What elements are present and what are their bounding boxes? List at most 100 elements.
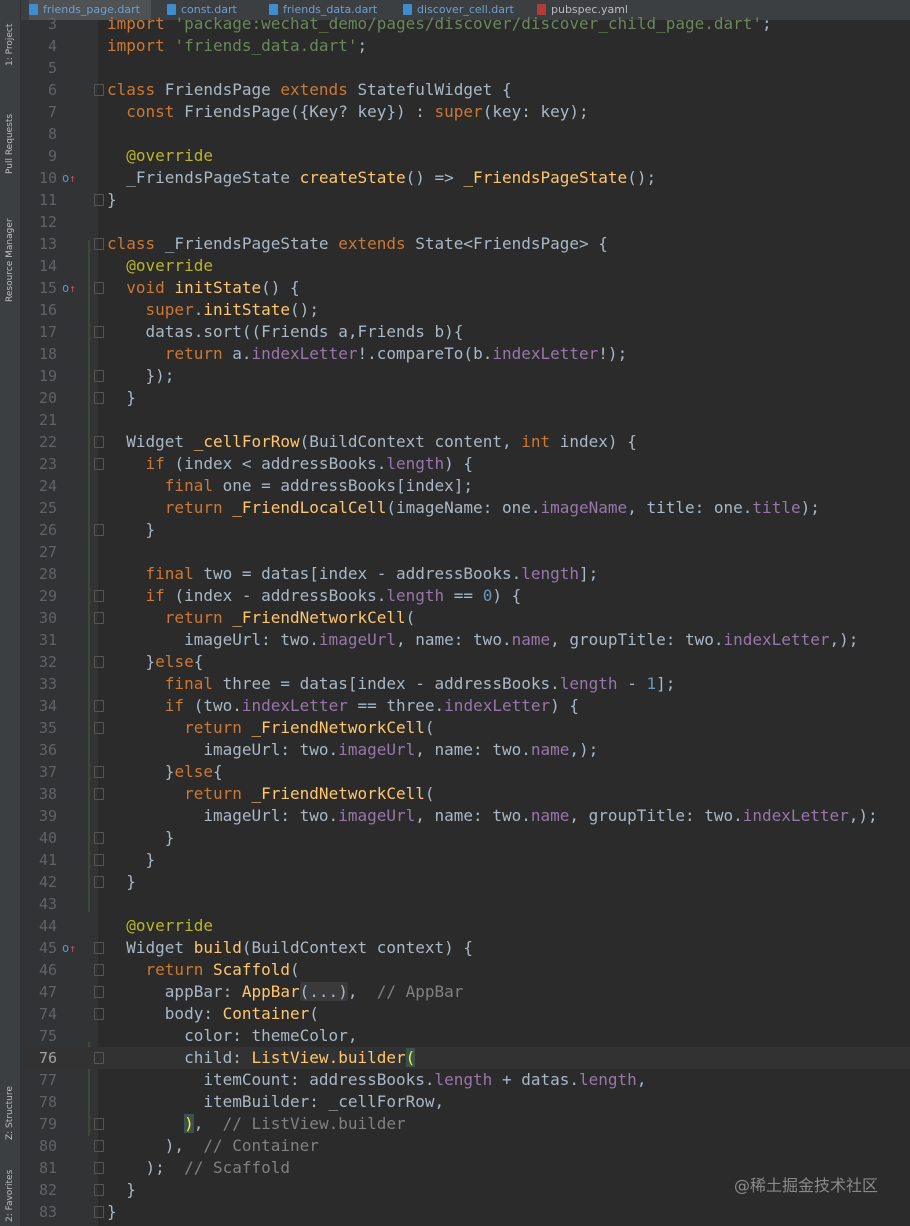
code-text[interactable]: @override	[107, 255, 213, 277]
line-number[interactable]: 22	[21, 431, 57, 453]
code-text[interactable]: final one = addressBooks[index];	[107, 475, 473, 497]
fold-toggle-icon[interactable]	[94, 832, 104, 844]
code-line[interactable]: 42 }	[21, 871, 910, 893]
line-number[interactable]: 15	[21, 277, 57, 299]
code-line[interactable]: 40 }	[21, 827, 910, 849]
code-line[interactable]: 10 o↑ _FriendsPageState createState() => …	[21, 167, 910, 189]
line-number[interactable]: 80	[21, 1135, 57, 1157]
line-number[interactable]: 7	[21, 101, 57, 123]
code-line[interactable]: 76 child: ListView.builder(	[21, 1047, 910, 1069]
fold-toggle-icon[interactable]	[94, 1162, 104, 1174]
line-number[interactable]: 46	[21, 959, 57, 981]
code-text[interactable]: Widget build(BuildContext context) {	[107, 937, 473, 959]
code-text[interactable]: }else{	[107, 651, 204, 673]
code-text[interactable]: imageUrl: two.imageUrl, name: two.name,)…	[107, 739, 598, 761]
code-text[interactable]: @override	[107, 145, 213, 167]
fold-toggle-icon[interactable]	[94, 612, 104, 624]
line-number[interactable]: 35	[21, 717, 57, 739]
code-line[interactable]: 15 o↑ void initState() {	[21, 277, 910, 299]
code-text[interactable]: if (index - addressBooks.length == 0) {	[107, 585, 522, 607]
code-line[interactable]: 36 imageUrl: two.imageUrl, name: two.nam…	[21, 739, 910, 761]
line-number[interactable]: 79	[21, 1113, 57, 1135]
code-line[interactable]: 19 });	[21, 365, 910, 387]
code-line[interactable]: 31 imageUrl: two.imageUrl, name: two.nam…	[21, 629, 910, 651]
line-number[interactable]: 13	[21, 233, 57, 255]
override-marker-icon[interactable]: o↑	[62, 941, 76, 956]
line-number[interactable]: 36	[21, 739, 57, 761]
fold-toggle-icon[interactable]	[94, 986, 104, 998]
line-number[interactable]: 5	[21, 57, 57, 79]
line-number[interactable]: 74	[21, 1003, 57, 1025]
code-line[interactable]: 7 const FriendsPage({Key? key}) : super(…	[21, 101, 910, 123]
code-line[interactable]: 78 itemBuilder: _cellForRow,	[21, 1091, 910, 1113]
project-tool-button[interactable]: 1: Project	[0, 6, 20, 66]
code-line[interactable]: 16 super.initState();	[21, 299, 910, 321]
line-number[interactable]: 39	[21, 805, 57, 827]
line-number[interactable]: 10	[21, 167, 57, 189]
code-line[interactable]: 39 imageUrl: two.imageUrl, name: two.nam…	[21, 805, 910, 827]
fold-toggle-icon[interactable]	[94, 964, 104, 976]
code-line[interactable]: 37 }else{	[21, 761, 910, 783]
code-text[interactable]: }	[107, 519, 156, 541]
code-line[interactable]: 22 Widget _cellForRow(BuildContext conte…	[21, 431, 910, 453]
line-number[interactable]: 37	[21, 761, 57, 783]
code-line[interactable]: 30 return _FriendNetworkCell(	[21, 607, 910, 629]
code-line[interactable]: 12	[21, 211, 910, 233]
resource-manager-tool-button[interactable]: Resource Manager	[0, 196, 20, 302]
line-number[interactable]: 41	[21, 849, 57, 871]
line-number[interactable]: 28	[21, 563, 57, 585]
line-number[interactable]: 76	[21, 1047, 57, 1069]
line-number[interactable]: 81	[21, 1157, 57, 1179]
fold-toggle-icon[interactable]	[94, 194, 104, 206]
line-number[interactable]: 12	[21, 211, 57, 233]
code-line[interactable]: 80 ), // Container	[21, 1135, 910, 1157]
code-text[interactable]: return _FriendNetworkCell(	[107, 783, 434, 805]
line-number[interactable]: 19	[21, 365, 57, 387]
fold-toggle-icon[interactable]	[94, 436, 104, 448]
code-line[interactable]: 43	[21, 893, 910, 915]
code-text[interactable]: itemCount: addressBooks.length + datas.l…	[107, 1069, 646, 1091]
code-text[interactable]: }	[107, 387, 136, 409]
fold-toggle-icon[interactable]	[94, 392, 104, 404]
code-line[interactable]: 29 if (index - addressBooks.length == 0)…	[21, 585, 910, 607]
code-line[interactable]: 3 import 'package:wechat_demo/pages/disco…	[21, 13, 910, 35]
code-text[interactable]: }	[107, 1179, 136, 1201]
code-line[interactable]: 47 appBar: AppBar(...), // AppBar	[21, 981, 910, 1003]
code-text[interactable]: body: Container(	[107, 1003, 319, 1025]
code-line[interactable]: 41 }	[21, 849, 910, 871]
line-number[interactable]: 27	[21, 541, 57, 563]
fold-toggle-icon[interactable]	[94, 722, 104, 734]
code-line[interactable]: 38 return _FriendNetworkCell(	[21, 783, 910, 805]
line-number[interactable]: 4	[21, 35, 57, 57]
fold-toggle-icon[interactable]	[94, 84, 104, 96]
code-line[interactable]: 20 }	[21, 387, 910, 409]
code-text[interactable]: }	[107, 827, 175, 849]
code-text[interactable]: final three = datas[index - addressBooks…	[107, 673, 676, 695]
code-line[interactable]: 9 @override	[21, 145, 910, 167]
code-text[interactable]: ); // Scaffold	[107, 1157, 291, 1179]
pull-requests-tool-button[interactable]: Pull Requests	[0, 90, 20, 174]
code-text[interactable]: }	[107, 1201, 117, 1223]
code-text[interactable]: return _FriendNetworkCell(	[107, 717, 434, 739]
code-text[interactable]: imageUrl: two.imageUrl, name: two.name, …	[107, 629, 858, 651]
code-text[interactable]: @override	[107, 915, 213, 937]
line-number[interactable]: 24	[21, 475, 57, 497]
line-number[interactable]: 82	[21, 1179, 57, 1201]
line-number[interactable]: 18	[21, 343, 57, 365]
line-number[interactable]: 23	[21, 453, 57, 475]
code-text[interactable]: }else{	[107, 761, 223, 783]
fold-toggle-icon[interactable]	[94, 854, 104, 866]
code-text[interactable]: return _FriendNetworkCell(	[107, 607, 415, 629]
code-text[interactable]: color: themeColor,	[107, 1025, 357, 1047]
code-text[interactable]: Widget _cellForRow(BuildContext content,…	[107, 431, 637, 453]
fold-toggle-icon[interactable]	[94, 1206, 104, 1218]
fold-toggle-icon[interactable]	[94, 1052, 104, 1064]
code-line[interactable]: 26 }	[21, 519, 910, 541]
fold-toggle-icon[interactable]	[94, 766, 104, 778]
code-line[interactable]: 44 @override	[21, 915, 910, 937]
line-number[interactable]: 8	[21, 123, 57, 145]
code-line[interactable]: 74 body: Container(	[21, 1003, 910, 1025]
code-text[interactable]: void initState() {	[107, 277, 299, 299]
code-line[interactable]: 14 @override	[21, 255, 910, 277]
line-number[interactable]: 11	[21, 189, 57, 211]
